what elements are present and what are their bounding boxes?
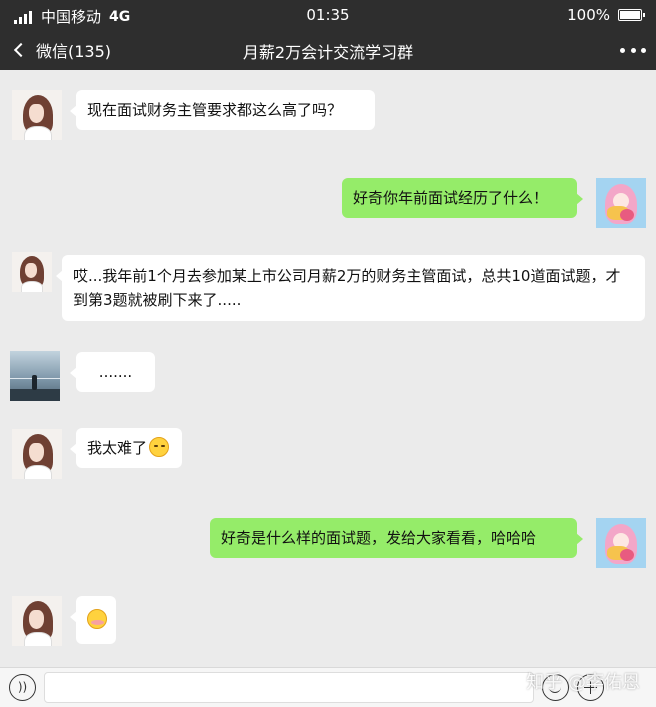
message-input[interactable]: [44, 672, 534, 703]
message-bubble[interactable]: 我太难了: [70, 428, 182, 468]
chat-title: 月薪2万会计交流学习群: [242, 43, 414, 62]
message-text: .......: [98, 363, 133, 381]
voice-icon[interactable]: )): [9, 674, 36, 701]
message-text: 现在面试财务主管要求都这么高了吗？: [87, 101, 343, 119]
message-bubble[interactable]: 好奇是什么样的面试题，发给大家看看，哈哈哈: [210, 518, 583, 558]
avatar[interactable]: [12, 252, 52, 292]
more-button[interactable]: [620, 38, 646, 62]
avatar[interactable]: [12, 596, 62, 646]
message-text: 好奇是什么样的面试题，发给大家看看，哈哈哈: [221, 529, 537, 547]
battery-icon: [618, 9, 645, 21]
message-text: 我太难了: [87, 439, 148, 457]
watermark: 知乎 @李佑恩: [526, 672, 640, 693]
avatar[interactable]: [12, 429, 62, 479]
message-bubble[interactable]: .......: [70, 352, 155, 392]
message-bubble[interactable]: 好奇你年前面试经历了什么！: [342, 178, 583, 218]
status-time: 01:35: [306, 6, 350, 24]
avatar[interactable]: [12, 90, 62, 140]
message-bubble[interactable]: [70, 596, 116, 644]
avatar[interactable]: [596, 178, 646, 228]
message-text: 哎...我年前1个月去参加某上市公司月薪2万的财务主管面试，总共10道面试题，才…: [73, 267, 621, 309]
more-dots-icon: [620, 47, 625, 53]
message-text: 好奇你年前面试经历了什么！: [353, 189, 549, 207]
chat-header: 微信(135) 月薪2万会计交流学习群: [0, 30, 656, 70]
avatar[interactable]: [596, 518, 646, 568]
status-bar: 中国移动 4G 01:35 100%: [0, 0, 656, 30]
battery-percent: 100%: [567, 6, 610, 24]
smiling-face-icon: [149, 437, 170, 457]
avatar[interactable]: [10, 351, 60, 401]
message-bubble[interactable]: 现在面试财务主管要求都这么高了吗？: [70, 90, 375, 130]
flushed-face-icon: [87, 609, 107, 629]
message-bubble[interactable]: 哎...我年前1个月去参加某上市公司月薪2万的财务主管面试，总共10道面试题，才…: [56, 255, 645, 321]
